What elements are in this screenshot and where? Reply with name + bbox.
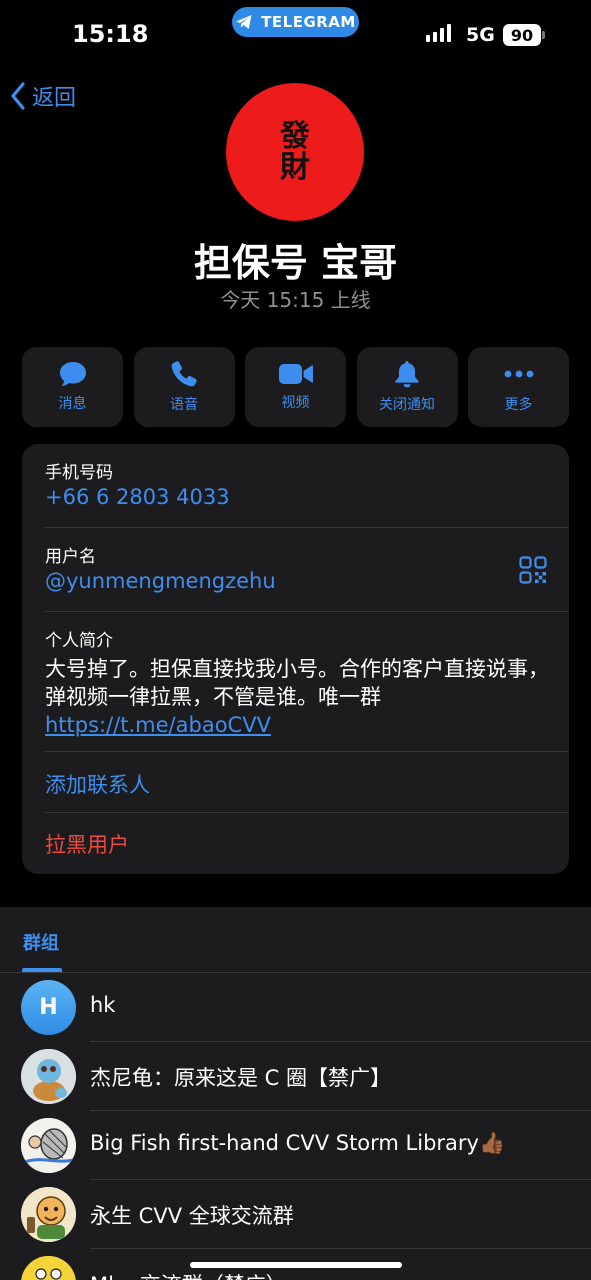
divider: [45, 527, 569, 528]
block-user-row[interactable]: 拉黑用户: [45, 829, 569, 859]
more-icon: [504, 370, 533, 378]
message-icon: [59, 362, 86, 386]
fish-avatar-image: [21, 1118, 76, 1173]
mute-notifications-button[interactable]: 关闭通知: [356, 347, 458, 427]
group-avatar: [21, 1118, 76, 1173]
video-call-button[interactable]: 视频: [245, 347, 346, 427]
divider: [45, 812, 569, 813]
cellular-signal-icon: [426, 24, 451, 42]
username-value[interactable]: @yunmengmengzehu: [45, 569, 569, 593]
qr-code-icon[interactable]: [519, 556, 547, 584]
group-name: Big Fish first-hand CVV Storm Library👍🏾: [90, 1131, 506, 1155]
avatar-char-2: 財: [280, 150, 310, 185]
divider: [45, 751, 569, 752]
app-pill-label: TELEGRAM: [261, 13, 356, 31]
yellow-avatar-image: [21, 1256, 76, 1280]
mute-label: 关闭通知: [379, 397, 435, 413]
voice-label: 语音: [170, 397, 198, 413]
avatar-char-1: 發: [280, 118, 310, 154]
chevron-left-icon: [11, 82, 25, 110]
avatar-seal-text: 發 財: [263, 114, 327, 190]
group-avatar: [21, 1187, 76, 1242]
turtle-avatar-image: [21, 1049, 76, 1104]
block-user-button[interactable]: 拉黑用户: [45, 829, 569, 859]
phone-row[interactable]: 手机号码 +66 6 2803 4033: [45, 458, 569, 509]
group-name: hk: [90, 993, 116, 1017]
phone-number[interactable]: +66 6 2803 4033: [45, 485, 569, 509]
phone-label: 手机号码: [45, 463, 113, 483]
last-seen-status: 今天 15:15 上线: [220, 288, 371, 312]
profile-name: 担保号 宝哥: [193, 241, 398, 285]
video-icon: [278, 364, 313, 384]
group-avatar: [21, 1256, 76, 1280]
bio-label: 个人简介: [45, 631, 113, 651]
bio-row: 个人简介 大号掉了。担保直接找我小号。合作的客户直接说事，弹视频一律拉黑，不管是…: [45, 626, 569, 739]
bell-icon: [395, 361, 419, 388]
group-item-hk[interactable]: H hk: [0, 973, 591, 1042]
group-name: Mlo..交流群（禁广）: [90, 1269, 287, 1280]
add-contact-button[interactable]: 添加联系人: [45, 769, 569, 799]
battery-level: 90: [510, 25, 534, 45]
add-contact-row[interactable]: 添加联系人: [45, 769, 569, 799]
divider: [45, 611, 569, 612]
message-button[interactable]: 消息: [22, 347, 123, 427]
shared-groups-section: 群组 H hk 杰尼龟：原来这是 C 圈【禁广】 Big Fish first-…: [0, 907, 591, 1280]
profile-avatar[interactable]: 發 財: [226, 83, 364, 221]
back-label: 返回: [32, 86, 77, 111]
battery-icon: 90: [503, 24, 541, 46]
username-label: 用户名: [45, 547, 96, 567]
list-item[interactable]: 永生 CVV 全球交流群: [0, 1180, 591, 1249]
message-label: 消息: [58, 396, 87, 412]
group-name: 杰尼龟：原来这是 C 圈【禁广】: [90, 1066, 392, 1090]
more-label: 更多: [504, 397, 533, 413]
group-avatar: H: [21, 980, 76, 1035]
voice-call-button[interactable]: 语音: [133, 347, 235, 427]
action-buttons-row: 消息 语音 视频 关闭通知 更多: [22, 347, 569, 427]
video-label: 视频: [281, 395, 310, 411]
group-name: 永生 CVV 全球交流群: [90, 1204, 294, 1228]
cartoon-avatar-image: [21, 1187, 76, 1242]
status-time: 15:18: [72, 20, 149, 48]
network-type: 5G: [466, 24, 495, 46]
group-avatar-letter: H: [39, 995, 58, 1020]
tab-groups[interactable]: 群组: [23, 929, 59, 955]
phone-icon: [171, 361, 197, 387]
bio-link[interactable]: https://t.me/abaoCVV: [45, 711, 569, 739]
list-item[interactable]: 杰尼龟：原来这是 C 圈【禁广】: [0, 1042, 591, 1111]
telegram-icon: [236, 15, 252, 29]
telegram-app-pill[interactable]: TELEGRAM: [232, 7, 359, 37]
username-row[interactable]: 用户名 @yunmengmengzehu: [45, 542, 569, 593]
group-avatar: [21, 1049, 76, 1104]
more-button[interactable]: 更多: [468, 347, 569, 427]
home-indicator[interactable]: [190, 1262, 402, 1268]
list-item[interactable]: Big Fish first-hand CVV Storm Library👍🏾: [0, 1111, 591, 1180]
back-button[interactable]: 返回: [10, 80, 76, 112]
battery-tip: [542, 31, 545, 39]
bio-text: 大号掉了。担保直接找我小号。合作的客户直接说事，弹视频一律拉黑，不管是谁。唯一群: [45, 657, 549, 709]
contact-info-card: 手机号码 +66 6 2803 4033 用户名 @yunmengmengzeh…: [22, 444, 569, 874]
